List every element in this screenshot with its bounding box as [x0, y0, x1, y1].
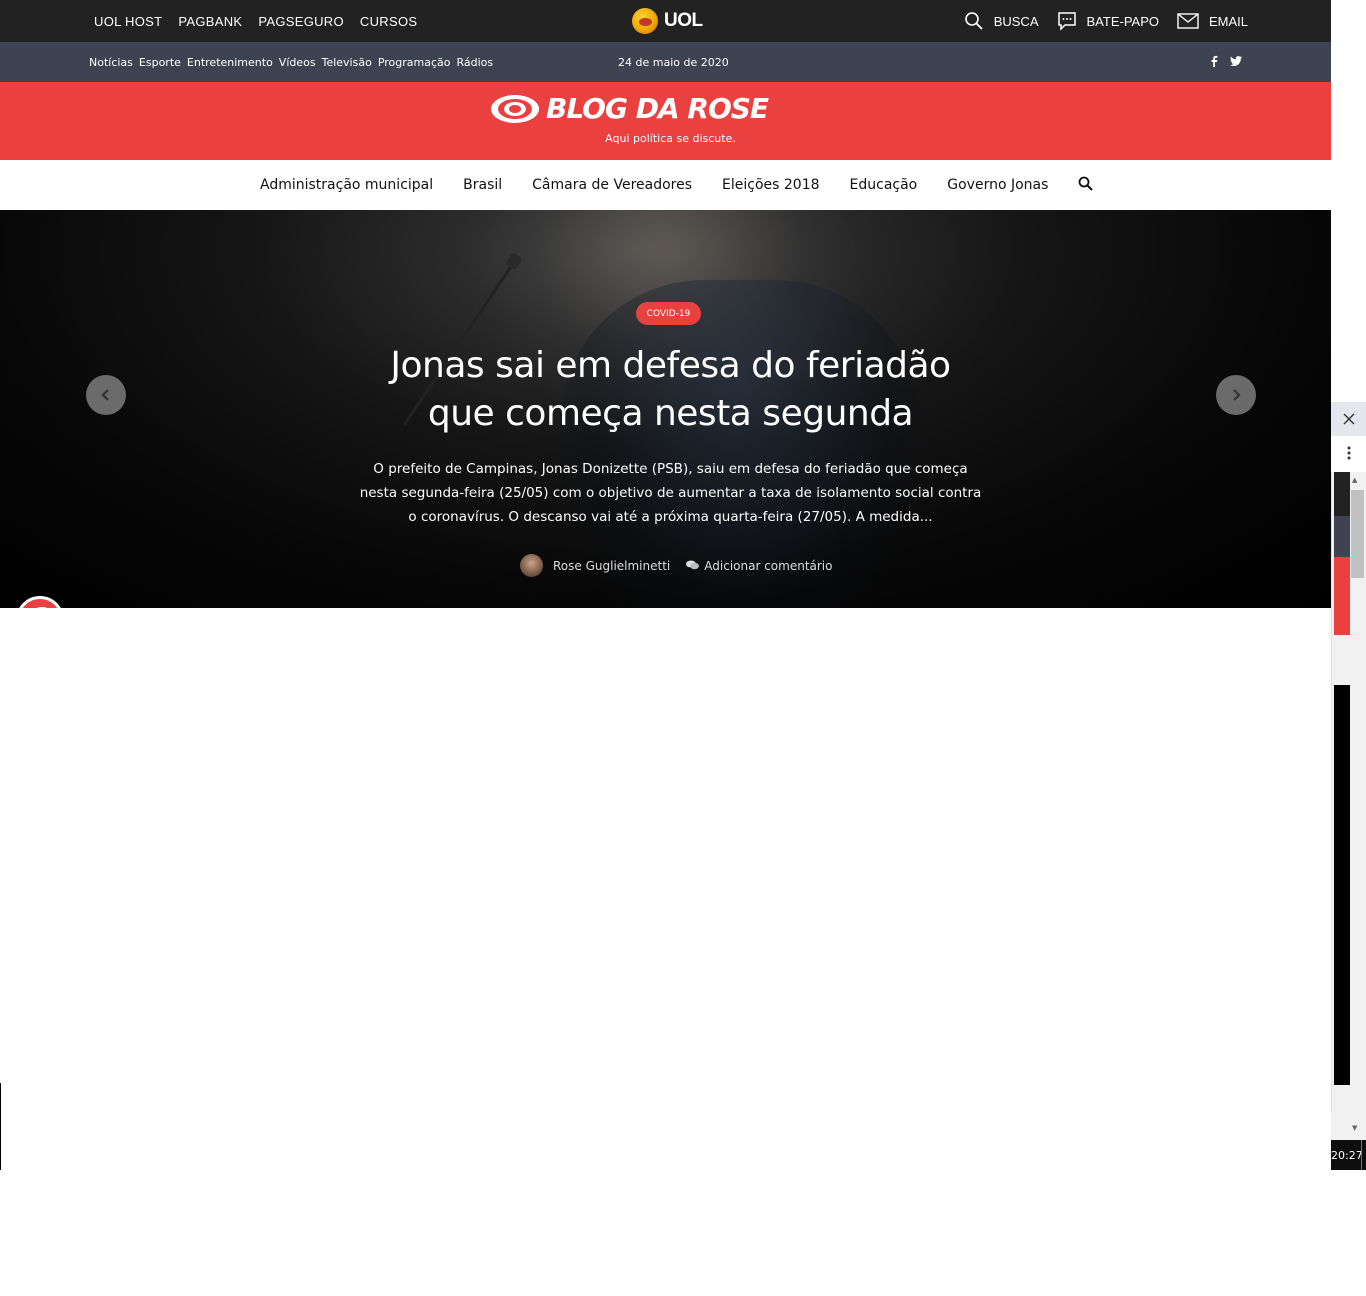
- hero-meta: Rose Guglielminetti Adicionar comentário: [520, 554, 832, 577]
- secondary-bar: Notícias Esporte Entretenimento Vídeos T…: [0, 42, 1331, 82]
- link-cursos[interactable]: CURSOS: [360, 14, 417, 29]
- social-links: [1210, 42, 1242, 82]
- widget-video-area: [1334, 685, 1350, 1085]
- hero-excerpt-line-1: O prefeito de Campinas, Jonas Donizette …: [373, 461, 968, 477]
- current-date: 24 de maio de 2020: [618, 55, 729, 69]
- author-name[interactable]: Rose Guglielminetti: [553, 559, 670, 573]
- chevron-left-icon: [101, 386, 111, 405]
- nav-entretenimento[interactable]: Entretenimento: [187, 56, 273, 69]
- widget-strip-red: [1334, 557, 1350, 635]
- category-badge[interactable]: COVID-19: [636, 302, 701, 325]
- taskbar-clock: 20:27: [1331, 1140, 1366, 1170]
- scroll-up-icon[interactable]: ▲: [1352, 476, 1357, 484]
- widget-scrollbar-thumb[interactable]: [1351, 490, 1364, 578]
- comments-label: Adicionar comentário: [704, 558, 833, 573]
- hero-title[interactable]: Jonas sai em defesa do feriadão que come…: [330, 342, 1011, 438]
- category-governo-jonas[interactable]: Governo Jonas: [947, 177, 1048, 193]
- widget-menu-button[interactable]: [1331, 436, 1366, 472]
- email-button[interactable]: EMAIL: [1177, 13, 1248, 29]
- content-area: [0, 608, 1331, 708]
- widget-strip-gray: [1334, 516, 1350, 557]
- hero-excerpt: O prefeito de Campinas, Jonas Donizette …: [355, 457, 986, 529]
- hero-slider[interactable]: COVID-19 Jonas sai em defesa do feriadão…: [0, 210, 1331, 608]
- secondary-nav: Notícias Esporte Entretenimento Vídeos T…: [89, 42, 493, 82]
- category-brasil[interactable]: Brasil: [463, 177, 502, 193]
- clock-time: 20:27: [1331, 1148, 1363, 1162]
- hero-excerpt-line-2: nesta segunda-feira (25/05) com o objeti…: [359, 485, 982, 501]
- busca-label: BUSCA: [993, 13, 1039, 29]
- comment-icon: [686, 559, 700, 573]
- uol-logo-text: UOL: [664, 10, 703, 31]
- uol-actions: BUSCA BATE-PAPO EMAIL: [964, 0, 1248, 42]
- close-icon: [1343, 410, 1355, 429]
- nav-radios[interactable]: Rádios: [456, 56, 493, 69]
- category-eleicoes[interactable]: Eleições 2018: [722, 177, 820, 193]
- clock-separator: [1361, 1140, 1362, 1170]
- nav-videos[interactable]: Vídeos: [279, 56, 316, 69]
- category-items: Administração municipal Brasil Câmara de…: [260, 160, 1094, 210]
- blog-header: BLOG DA ROSE Aqui política se discute.: [0, 82, 1331, 160]
- batepapo-label: BATE-PAPO: [1086, 13, 1159, 29]
- chevron-right-icon: [1231, 386, 1241, 405]
- slider-next-button[interactable]: [1216, 375, 1256, 415]
- busca-button[interactable]: BUSCA: [964, 11, 1039, 31]
- comments-link[interactable]: Adicionar comentário: [686, 559, 832, 573]
- uol-ball-icon: [632, 8, 658, 34]
- scroll-down-icon[interactable]: ▼: [1352, 1124, 1357, 1132]
- category-camara[interactable]: Câmara de Vereadores: [532, 177, 692, 193]
- batepapo-button[interactable]: BATE-PAPO: [1057, 11, 1159, 31]
- envelope-icon: [1177, 13, 1199, 29]
- blog-tagline: Aqui política se discute.: [605, 132, 736, 145]
- window-edge: [0, 1083, 1, 1170]
- nav-televisao[interactable]: Televisão: [322, 56, 372, 69]
- nav-esporte[interactable]: Esporte: [139, 56, 181, 69]
- chat-icon: [1057, 11, 1077, 31]
- category-educacao[interactable]: Educação: [850, 177, 918, 193]
- author-avatar[interactable]: [520, 554, 543, 577]
- uol-links: UOL HOST PAGBANK PAGSEGURO CURSOS: [94, 0, 417, 42]
- blog-logo[interactable]: BLOG DA ROSE: [490, 92, 769, 125]
- link-uol-host[interactable]: UOL HOST: [94, 14, 162, 29]
- search-icon[interactable]: [1078, 176, 1094, 195]
- uol-logo[interactable]: UOL: [632, 6, 703, 36]
- email-label: EMAIL: [1208, 13, 1248, 29]
- link-pagseguro[interactable]: PAGSEGURO: [258, 14, 344, 29]
- facebook-icon[interactable]: [1210, 55, 1218, 70]
- widget-close-button[interactable]: [1331, 402, 1366, 436]
- category-administracao[interactable]: Administração municipal: [260, 177, 433, 193]
- hero-title-line-2: que começa nesta segunda: [427, 393, 914, 434]
- widget-strip-dark: [1334, 472, 1350, 516]
- slider-prev-button[interactable]: [86, 375, 126, 415]
- uol-top-bar: UOL HOST PAGBANK PAGSEGURO CURSOS UOL BU…: [0, 0, 1331, 42]
- nav-programacao[interactable]: Programação: [378, 56, 451, 69]
- link-pagbank[interactable]: PAGBANK: [178, 14, 242, 29]
- widget-bottom: [1331, 1112, 1366, 1140]
- twitter-icon[interactable]: [1230, 55, 1242, 69]
- more-vertical-icon: [1347, 445, 1351, 464]
- hero-excerpt-line-3: o coronavírus. O descanso vai até a próx…: [408, 509, 933, 525]
- blog-title: BLOG DA ROSE: [546, 92, 769, 125]
- hero-title-line-1: Jonas sai em defesa do feriadão: [390, 345, 951, 386]
- category-nav: Administração municipal Brasil Câmara de…: [0, 160, 1331, 210]
- eye-logo-icon: [490, 94, 540, 124]
- nav-noticias[interactable]: Notícias: [89, 56, 133, 69]
- search-icon: [964, 11, 984, 31]
